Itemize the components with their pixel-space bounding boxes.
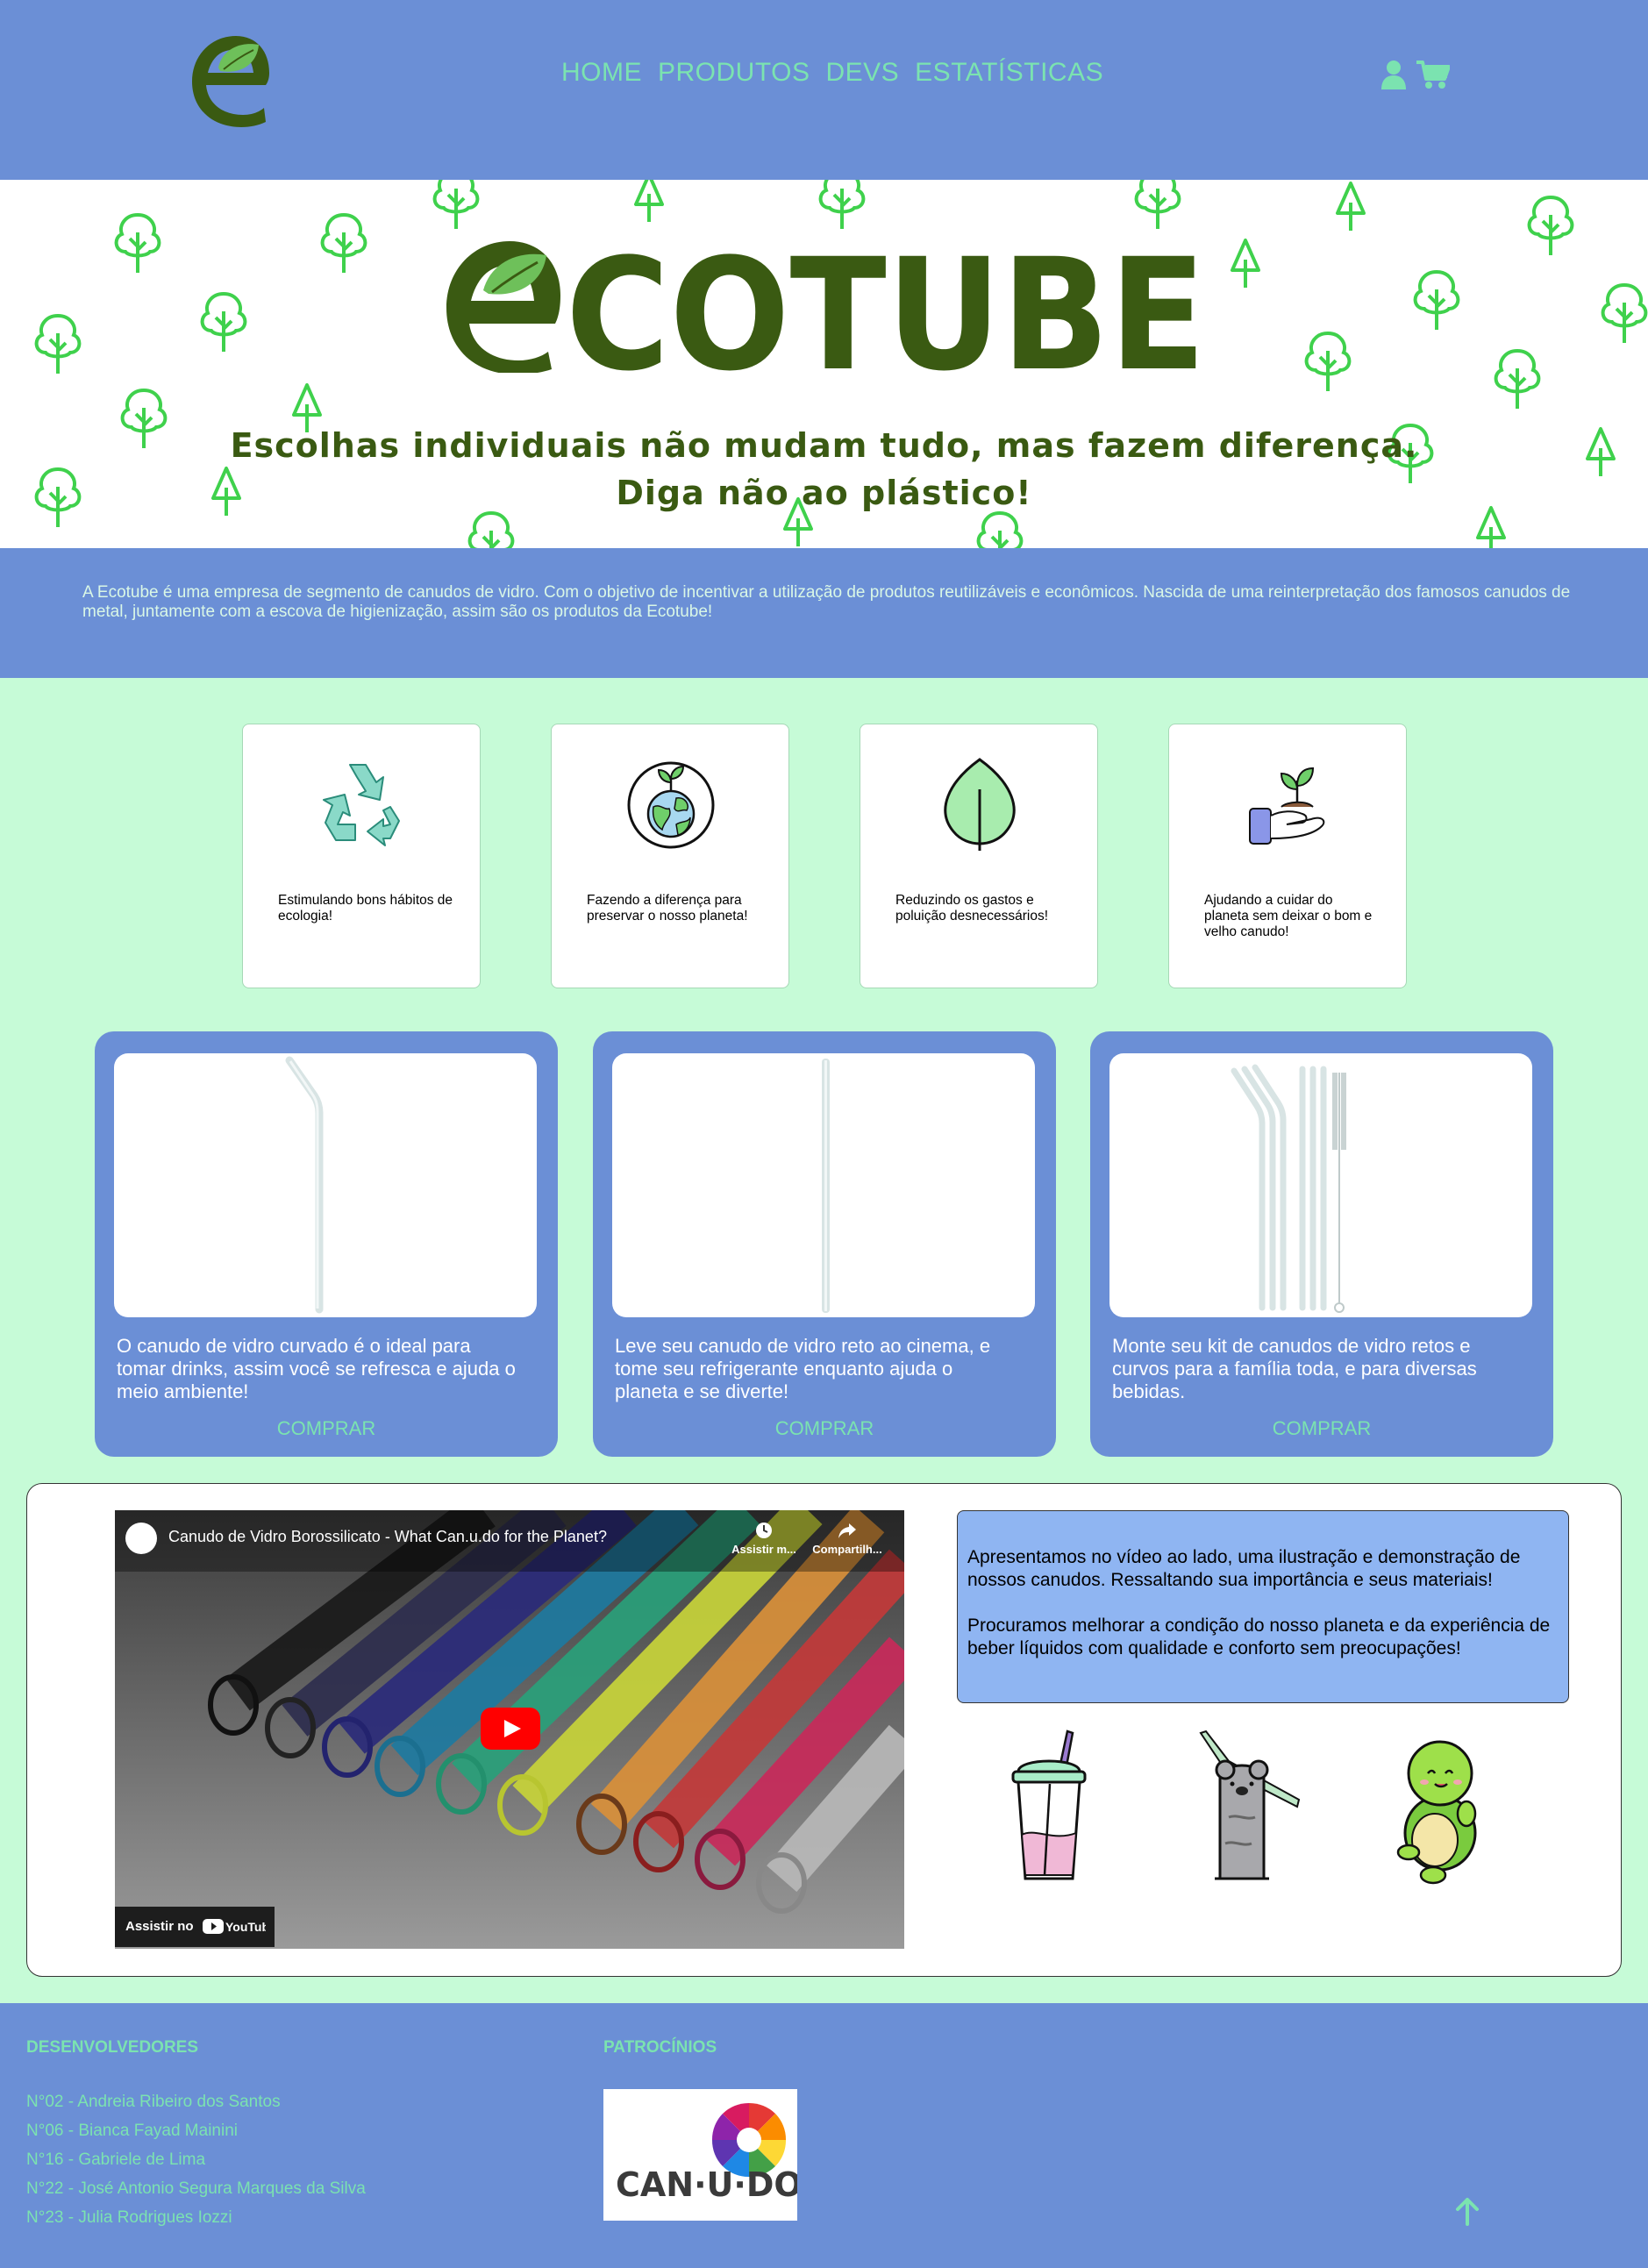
clock-icon (756, 1523, 772, 1538)
video-title[interactable]: Canudo de Vidro Borossilicato - What Can… (168, 1528, 607, 1546)
arrow-up-icon[interactable] (1454, 2196, 1480, 2226)
drink-cup-illustration (1011, 1730, 1087, 1880)
feature-card-planet: Fazendo a diferença para preservar o nos… (551, 724, 789, 988)
tagline-line-2: Diga não ao plástico! (616, 474, 1032, 512)
nav-home[interactable]: HOME (561, 58, 642, 88)
feature-text: Fazendo a diferença para preservar o nos… (587, 893, 748, 924)
koala-straw-illustration (1199, 1730, 1301, 1880)
hand-plant-icon (1249, 767, 1325, 845)
straw-kit-image[interactable] (1109, 1053, 1532, 1317)
developers-list: N°02 - Andreia Ribeiro dos Santos N°06 -… (26, 2087, 366, 2232)
video-section: Canudo de Vidro Borossilicato - What Can… (26, 1483, 1622, 1977)
tagline-line-1: Escolhas individuais não mudam tudo, mas… (230, 426, 1418, 465)
share-icon (838, 1523, 856, 1538)
buy-button[interactable]: COMPRAR (593, 1417, 1056, 1440)
buy-button[interactable]: COMPRAR (95, 1417, 558, 1440)
play-button-icon[interactable] (481, 1708, 540, 1750)
product-description: O canudo de vidro curvado é o ideal para… (117, 1335, 516, 1402)
watch-later-label: Assistir m... (731, 1543, 796, 1556)
canudo-sponsor-logo[interactable]: CAN·U·DO (603, 2089, 803, 2221)
feature-text: Ajudando a cuidar do planeta sem deixar … (1204, 893, 1373, 939)
nav-estatisticas[interactable]: ESTATÍSTICAS (915, 58, 1103, 88)
nav-devs[interactable]: DEVS (825, 58, 899, 88)
turtle-illustration (1396, 1740, 1477, 1885)
share-button[interactable]: Compartilh... (808, 1521, 887, 1556)
site-header: HOME PRODUTOS DEVS ESTATÍSTICAS (0, 0, 1648, 180)
developer-item: N°16 - Gabriele de Lima (26, 2150, 206, 2169)
watch-later-button[interactable]: Assistir m... (729, 1521, 799, 1556)
about-section: A Ecotube é uma empresa de segmento de c… (0, 548, 1648, 678)
developer-item: N°23 - Julia Rodrigues Iozzi (26, 2208, 232, 2227)
share-label: Compartilh... (812, 1543, 882, 1556)
product-card-curved: O canudo de vidro curvado é o ideal para… (95, 1031, 558, 1457)
product-description: Leve seu canudo de vidro reto ao cinema,… (615, 1335, 991, 1402)
curved-glass-straw-image[interactable] (114, 1053, 537, 1317)
feature-card-ecology: Estimulando bons hábitos de ecologia! (242, 724, 481, 988)
about-text: A Ecotube é uma empresa de segmento de c… (82, 583, 1571, 621)
earth-sprout-icon (627, 761, 715, 849)
video-text-paragraph-2: Procuramos melhorar a condição do nosso … (967, 1615, 1551, 1658)
youtube-wordmark: YouTube (225, 1920, 266, 1934)
cart-icon[interactable] (1416, 60, 1450, 89)
channel-avatar[interactable] (125, 1523, 157, 1554)
hero-tagline: Escolhas individuais não mudam tudo, mas… (0, 422, 1648, 517)
feature-card-reduce: Reduzindo os gastos e poluição desnecess… (860, 724, 1098, 988)
recycle-icon (323, 764, 400, 846)
ecotube-logo[interactable] (189, 31, 272, 127)
sponsors-heading: PATROCÍNIOS (603, 2038, 717, 2057)
developer-item: N°06 - Bianca Fayad Mainini (26, 2122, 238, 2140)
video-description-box: Apresentamos no vídeo ao lado, uma ilust… (957, 1510, 1569, 1703)
developer-item: N°02 - Andreia Ribeiro dos Santos (26, 2093, 281, 2111)
buy-button[interactable]: COMPRAR (1090, 1417, 1553, 1440)
product-description: Monte seu kit de canudos de vidro retos … (1112, 1335, 1477, 1402)
watch-on-label: Assistir no (125, 1919, 194, 1934)
product-card-straight: Leve seu canudo de vidro reto ao cinema,… (593, 1031, 1056, 1457)
ecotube-wordmark: COTUBE (446, 232, 1206, 373)
watch-on-youtube-button[interactable]: Assistir no YouTube (115, 1907, 275, 1947)
site-footer: DESENVOLVEDORES N°02 - Andreia Ribeiro d… (0, 2003, 1648, 2268)
developers-heading: DESENVOLVEDORES (26, 2038, 199, 2057)
product-card-kit: Monte seu kit de canudos de vidro retos … (1090, 1031, 1553, 1457)
leaf-icon (944, 758, 1016, 851)
feature-card-care: Ajudando a cuidar do planeta sem deixar … (1168, 724, 1407, 988)
svg-text:COTUBE: COTUBE (566, 232, 1206, 373)
feature-text: Estimulando bons hábitos de ecologia! (278, 893, 453, 924)
nav-produtos[interactable]: PRODUTOS (658, 58, 810, 88)
video-text-paragraph-1: Apresentamos no vídeo ao lado, uma ilust… (967, 1547, 1521, 1590)
developer-item: N°22 - José Antonio Segura Marques da Si… (26, 2179, 366, 2198)
sponsor-wordmark: CAN·U·DO (616, 2165, 797, 2204)
feature-text: Reduzindo os gastos e poluição desnecess… (895, 893, 1049, 924)
straight-glass-straw-image[interactable] (612, 1053, 1035, 1317)
hero-banner: COTUBE Escolhas individuais não mudam tu… (0, 180, 1648, 548)
user-icon[interactable] (1380, 60, 1407, 89)
youtube-logo-icon: YouTube (203, 1919, 266, 1934)
youtube-video-embed[interactable]: Canudo de Vidro Borossilicato - What Can… (115, 1510, 904, 1949)
main-nav: HOME PRODUTOS DEVS ESTATÍSTICAS (561, 58, 1103, 88)
